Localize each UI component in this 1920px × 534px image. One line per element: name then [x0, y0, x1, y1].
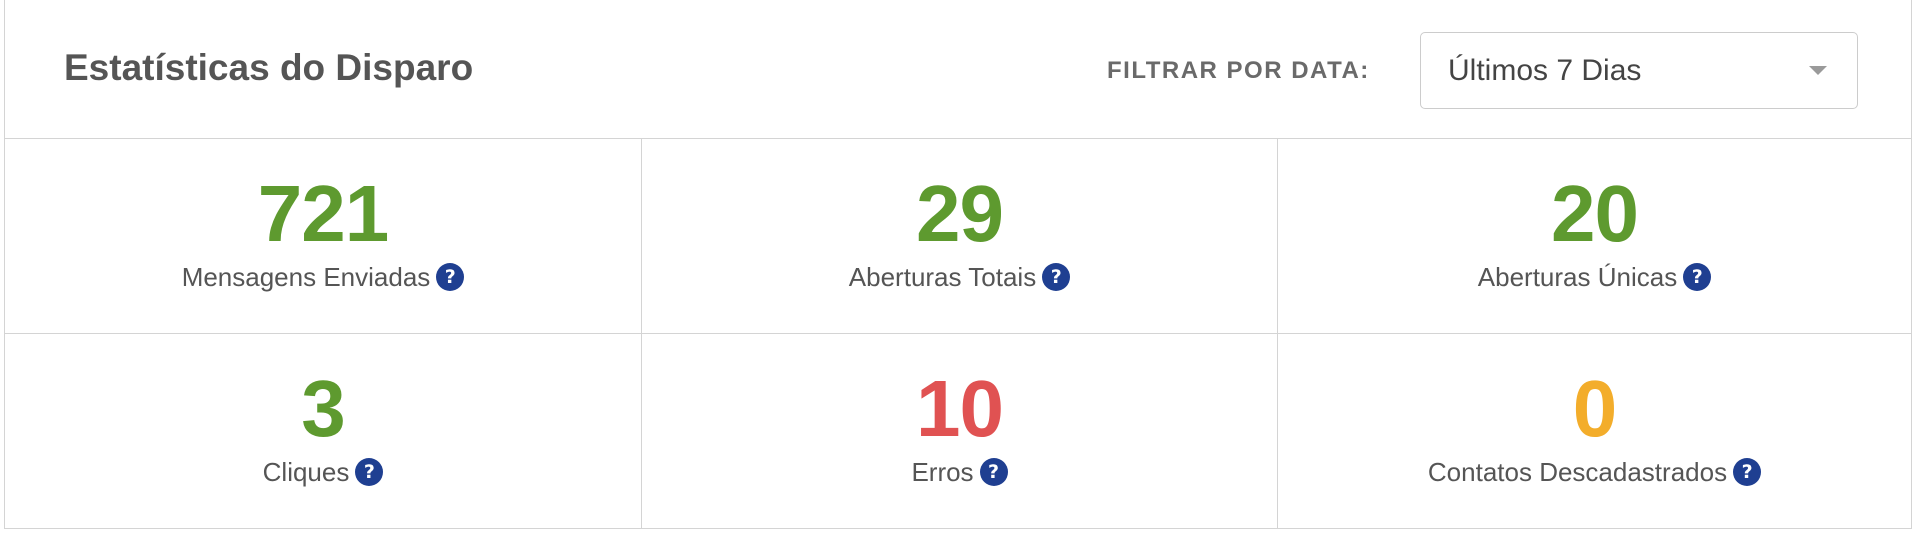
stat-card-total-opens: 29 Aberturas Totais ? — [642, 139, 1278, 334]
stat-card-unsubscribed: 0 Contatos Descadastrados ? — [1278, 334, 1911, 529]
stat-card-unique-opens: 20 Aberturas Únicas ? — [1278, 139, 1911, 334]
help-icon[interactable]: ? — [355, 458, 384, 486]
panel-title: Estatísticas do Disparo — [64, 47, 474, 88]
stats-grid: 721 Mensagens Enviadas ? 29 Aberturas To… — [5, 139, 1911, 529]
help-icon[interactable]: ? — [1042, 263, 1071, 291]
stat-value: 29 — [916, 169, 1004, 258]
stat-value: 721 — [257, 169, 389, 258]
stat-label: Aberturas Totais — [848, 262, 1037, 292]
help-icon[interactable]: ? — [979, 458, 1008, 486]
stat-card-clicks: 3 Cliques ? — [5, 334, 642, 529]
dispatch-stats-panel: Estatísticas do Disparo FILTRAR POR DATA… — [4, 0, 1912, 529]
panel-header: Estatísticas do Disparo FILTRAR POR DATA… — [5, 0, 1911, 139]
help-icon[interactable]: ? — [1683, 263, 1712, 291]
help-icon[interactable]: ? — [436, 263, 465, 291]
stat-label: Erros — [911, 457, 974, 487]
help-icon[interactable]: ? — [1733, 458, 1762, 486]
stat-label: Contatos Descadastrados — [1427, 457, 1728, 487]
date-filter-label: FILTRAR POR DATA: — [1107, 57, 1370, 84]
stat-label: Aberturas Únicas — [1477, 262, 1678, 292]
stat-value: 3 — [301, 364, 346, 453]
chevron-down-icon — [1809, 66, 1827, 75]
stat-value: 20 — [1551, 169, 1639, 258]
stat-card-errors: 10 Erros ? — [642, 334, 1278, 529]
date-filter-select[interactable]: Últimos 7 Dias — [1420, 32, 1858, 109]
date-filter-selected-value: Últimos 7 Dias — [1448, 54, 1642, 87]
stat-label: Cliques — [262, 457, 350, 487]
stat-value: 0 — [1572, 364, 1618, 453]
stat-card-messages-sent: 721 Mensagens Enviadas ? — [5, 139, 642, 334]
stat-label: Mensagens Enviadas — [181, 262, 431, 292]
stat-value: 10 — [916, 364, 1004, 453]
